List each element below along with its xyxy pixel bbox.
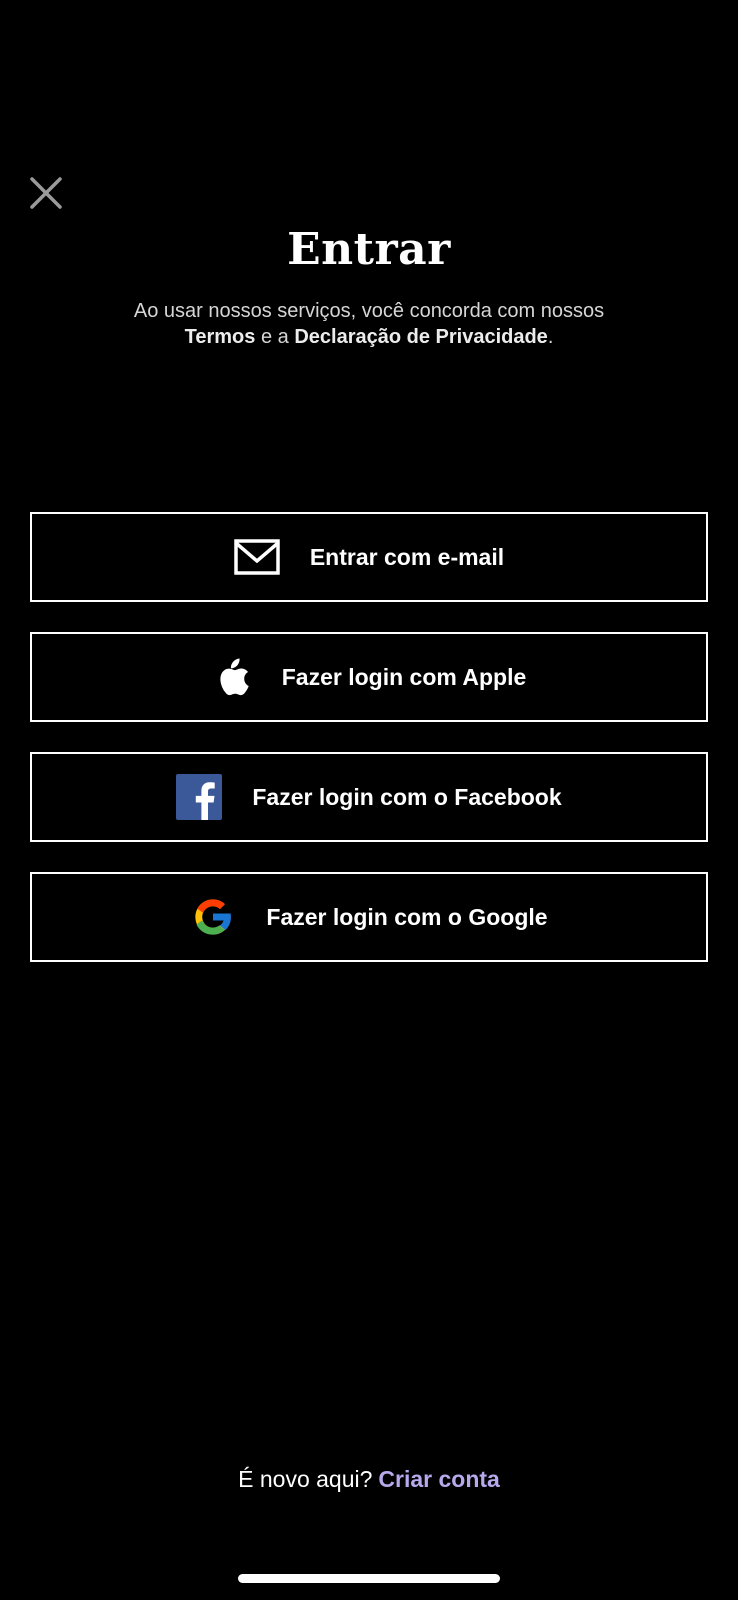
privacy-link[interactable]: Declaração de Privacidade — [294, 326, 547, 348]
email-login-button[interactable]: Entrar com e-mail — [30, 512, 708, 602]
facebook-icon — [176, 774, 223, 820]
page-title: Entrar — [287, 224, 451, 275]
legal-prefix: Ao usar nossos serviços, você concorda c… — [133, 300, 605, 322]
close-button[interactable] — [26, 173, 66, 213]
close-icon — [30, 177, 62, 209]
apple-login-button[interactable]: Fazer login com Apple — [30, 632, 708, 722]
envelope-icon — [234, 539, 280, 575]
facebook-login-button[interactable]: Fazer login com o Facebook — [30, 752, 708, 842]
legal-notice: Ao usar nossos serviços, você concorda c… — [60, 298, 678, 350]
google-icon — [190, 894, 236, 940]
home-indicator — [238, 1574, 500, 1583]
facebook-login-label: Fazer login com o Facebook — [252, 783, 562, 810]
google-login-label: Fazer login com o Google — [266, 903, 548, 930]
google-login-button[interactable]: Fazer login com o Google — [30, 872, 708, 962]
signup-link[interactable]: Criar conta — [378, 1466, 499, 1492]
apple-icon — [212, 654, 252, 700]
signup-question: É novo aqui? — [238, 1466, 373, 1492]
legal-connector: e a — [260, 326, 289, 348]
legal-suffix: . — [547, 326, 554, 348]
login-screen: Entrar Ao usar nossos serviços, você con… — [0, 0, 738, 1600]
email-login-label: Entrar com e-mail — [309, 543, 505, 570]
terms-link[interactable]: Termos — [185, 326, 256, 348]
apple-login-label: Fazer login com Apple — [281, 663, 527, 690]
signup-prompt: É novo aqui? Criar conta — [0, 1466, 738, 1493]
